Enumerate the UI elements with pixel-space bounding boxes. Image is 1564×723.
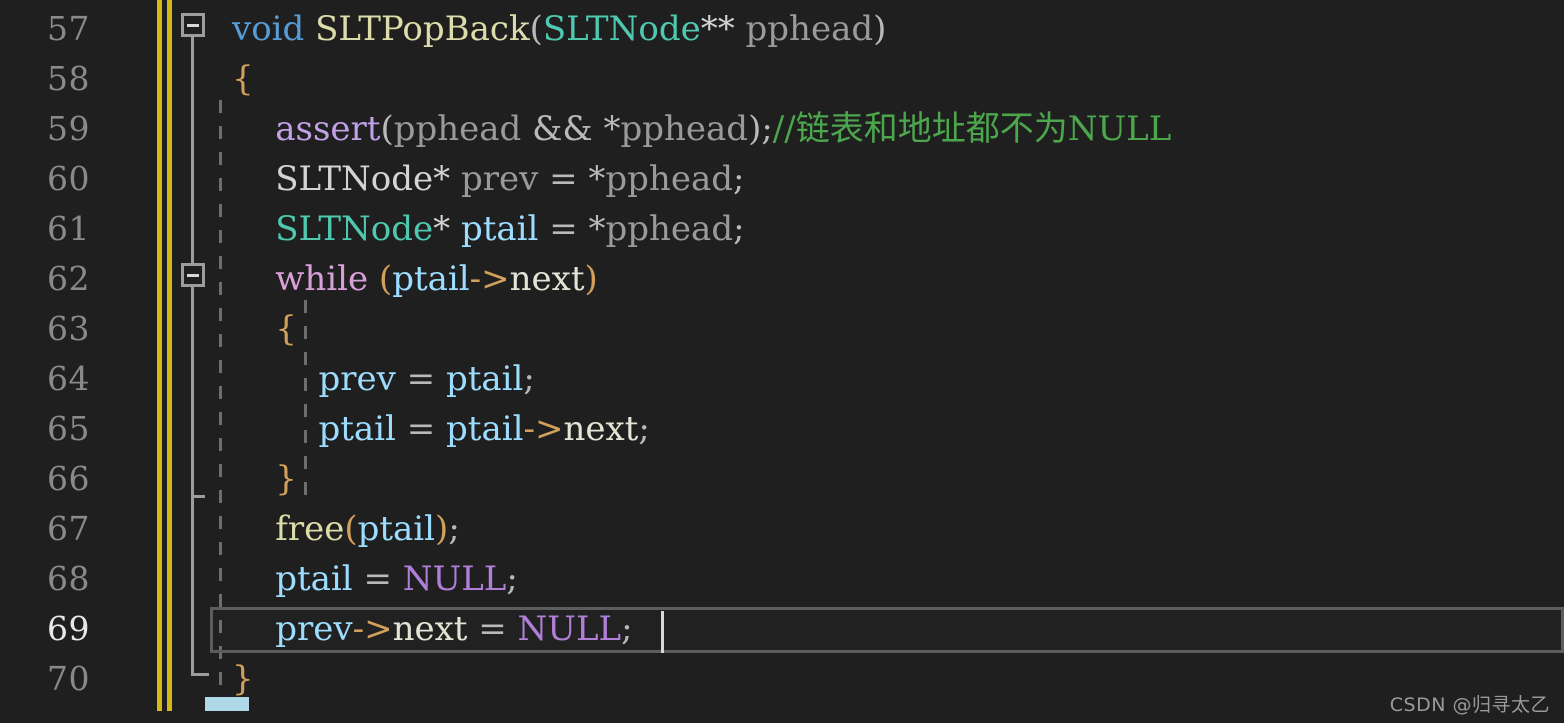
code-token: ;	[638, 409, 650, 449]
code-token: =	[395, 409, 447, 449]
code-token: SLTNode	[275, 209, 434, 249]
code-token: );	[748, 109, 773, 149]
code-line-60[interactable]: SLTNode* prev = *pphead;	[232, 154, 744, 204]
code-token: //链表和地址都不为NULL	[772, 109, 1172, 149]
code-token: ptail	[357, 509, 436, 549]
code-token: next	[563, 409, 639, 449]
code-token: ->	[523, 409, 564, 449]
code-token: ptail	[460, 209, 539, 249]
code-token: (	[529, 9, 543, 49]
code-token: {	[275, 309, 297, 349]
code-token: SLTPopBack	[315, 9, 530, 49]
code-token: ;	[523, 359, 535, 399]
code-token: pphead	[393, 109, 522, 149]
code-line-57[interactable]: void SLTPopBack(SLTNode** pphead)	[232, 4, 886, 54]
code-token: prev	[275, 609, 353, 649]
text-cursor	[661, 611, 664, 653]
code-token: *	[433, 159, 451, 199]
code-token: = *	[538, 159, 606, 199]
code-token: pphead	[620, 109, 749, 149]
code-line-63[interactable]: {	[232, 304, 297, 354]
code-line-66[interactable]: }	[232, 454, 297, 504]
code-token: ->	[352, 609, 393, 649]
code-token: NULL	[402, 559, 507, 599]
code-token: )	[873, 9, 887, 49]
code-token: ptail	[275, 559, 353, 599]
code-token: ->	[469, 259, 510, 299]
code-token: assert	[275, 109, 381, 149]
code-token: )	[584, 259, 598, 299]
code-token: pphead	[605, 159, 733, 199]
code-line-59[interactable]: assert(pphead && *pphead);//链表和地址都不为NULL	[232, 104, 1171, 154]
code-line-69[interactable]: prev->next = NULL;	[232, 604, 633, 654]
code-token: ;	[448, 509, 460, 549]
code-token: (	[344, 509, 358, 549]
code-line-62[interactable]: while (ptail->next)	[232, 254, 598, 304]
code-line-64[interactable]: prev = ptail;	[232, 354, 535, 404]
code-token: =	[352, 559, 403, 599]
code-token: = *	[538, 209, 606, 249]
code-token: ptail	[445, 359, 524, 399]
code-line-65[interactable]: ptail = ptail->next;	[232, 404, 650, 454]
code-token: SLTNode	[542, 9, 701, 49]
code-token: (	[380, 109, 394, 149]
code-line-58[interactable]: {	[232, 54, 254, 104]
code-token: =	[395, 359, 446, 399]
code-token: prev	[460, 159, 539, 199]
code-token: **	[700, 9, 735, 49]
code-token: free	[275, 509, 345, 549]
code-token: (	[378, 259, 393, 299]
code-content-area[interactable]: void SLTPopBack(SLTNode** pphead){ asser…	[0, 0, 1564, 723]
code-token: }	[232, 659, 254, 699]
code-token: ;	[733, 159, 745, 199]
code-token: ;	[621, 609, 633, 649]
code-line-67[interactable]: free(ptail);	[232, 504, 460, 554]
csdn-watermark: CSDN @归寻太乙	[1389, 694, 1550, 716]
code-token: ;	[506, 559, 518, 599]
code-token: )	[435, 509, 449, 549]
code-token: prev	[318, 359, 396, 399]
code-token: pphead	[605, 209, 734, 249]
code-token: && *	[521, 109, 621, 149]
code-token: ptail	[392, 259, 470, 299]
code-token: {	[232, 59, 254, 99]
code-editor[interactable]: 57 58 59 60 61 62 63 64 65 66 67 68 69 70 void SLTPop…	[0, 0, 1564, 723]
code-token: =	[467, 609, 518, 649]
code-token: next	[392, 609, 468, 649]
code-token: ptail	[318, 409, 396, 449]
code-token: void	[232, 9, 305, 49]
code-line-68[interactable]: ptail = NULL;	[232, 554, 518, 604]
code-token: pphead	[745, 9, 874, 49]
selection-marker	[205, 697, 249, 711]
code-token: SLTNode	[275, 159, 434, 199]
code-token: next	[509, 259, 585, 299]
code-token: while	[275, 259, 369, 299]
code-token: ptail	[446, 409, 524, 449]
code-token: NULL	[517, 609, 622, 649]
code-line-61[interactable]: SLTNode* ptail = *pphead;	[232, 204, 745, 254]
code-token: ;	[733, 209, 745, 249]
code-token: *	[433, 209, 451, 249]
code-token: }	[275, 459, 297, 499]
